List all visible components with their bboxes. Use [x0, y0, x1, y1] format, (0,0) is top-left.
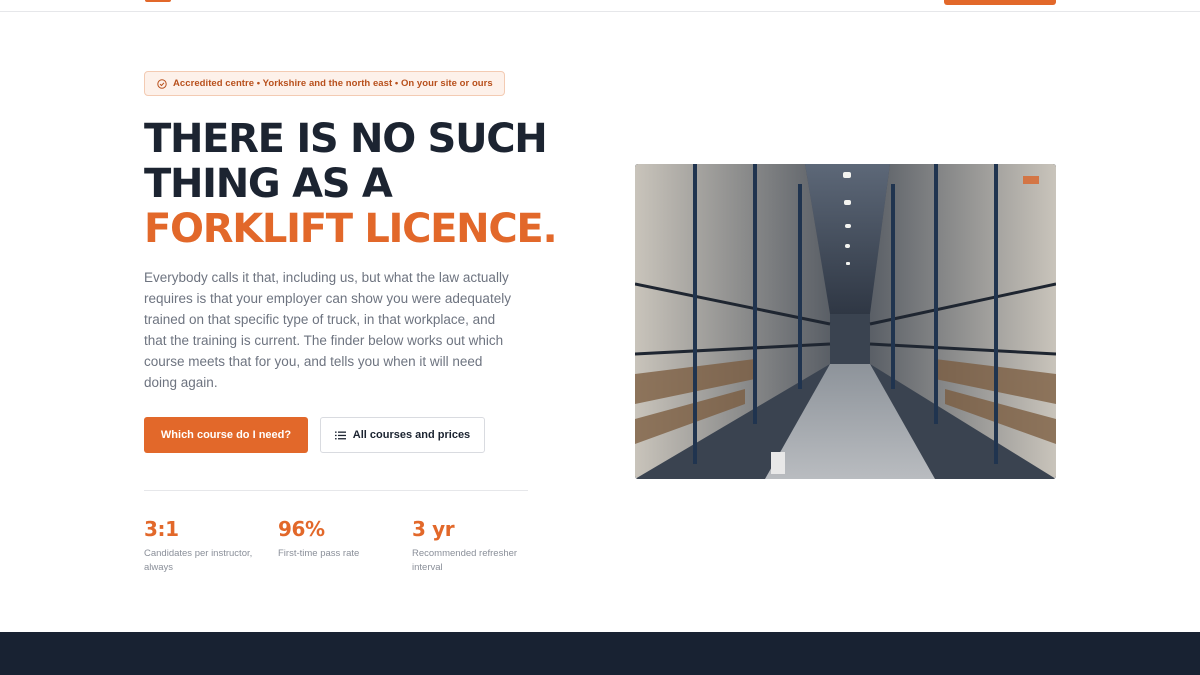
headline-accent: FORKLIFT LICENCE.	[144, 206, 558, 252]
stat-value: 96%	[278, 517, 325, 541]
course-finder-button[interactable]: Which course do I need?	[144, 417, 308, 453]
all-courses-button[interactable]: All courses and prices	[320, 417, 485, 453]
stat-refresher: 3 yr Recommended refresher interval	[412, 517, 537, 575]
hero-intro: Everybody calls it that, including us, b…	[144, 270, 511, 390]
badge-text: Accredited centre • Yorkshire and the no…	[173, 78, 493, 89]
check-circle-icon	[157, 78, 167, 89]
stat-value: 3:1	[144, 517, 179, 541]
site-header	[0, 0, 1200, 12]
stat-label: Candidates per instructor, always	[144, 548, 253, 573]
stats-divider	[144, 490, 528, 491]
stat-ratio: 3:1 Candidates per instructor, always	[144, 517, 269, 575]
stat-pass-rate: 96% First-time pass rate	[278, 517, 403, 561]
headline-line-2: THING AS A	[144, 161, 393, 207]
hero-headline: THERE IS NO SUCH THING AS A FORKLIFT LIC…	[144, 117, 584, 252]
header-cta-button[interactable]	[944, 0, 1056, 5]
course-finder-button-label: Which course do I need?	[160, 429, 292, 441]
stat-value: 3 yr	[412, 517, 455, 541]
accreditation-badge: Accredited centre • Yorkshire and the no…	[144, 71, 505, 96]
list-icon	[334, 431, 346, 440]
footer-band	[0, 632, 1200, 675]
stat-label: Recommended refresher interval	[412, 548, 518, 573]
all-courses-button-label: All courses and prices	[352, 429, 471, 441]
stat-label: First-time pass rate	[278, 548, 360, 559]
headline-line-1: THERE IS NO SUCH	[144, 116, 548, 162]
warehouse-photo	[635, 164, 1056, 479]
logo-mark[interactable]	[145, 0, 171, 2]
